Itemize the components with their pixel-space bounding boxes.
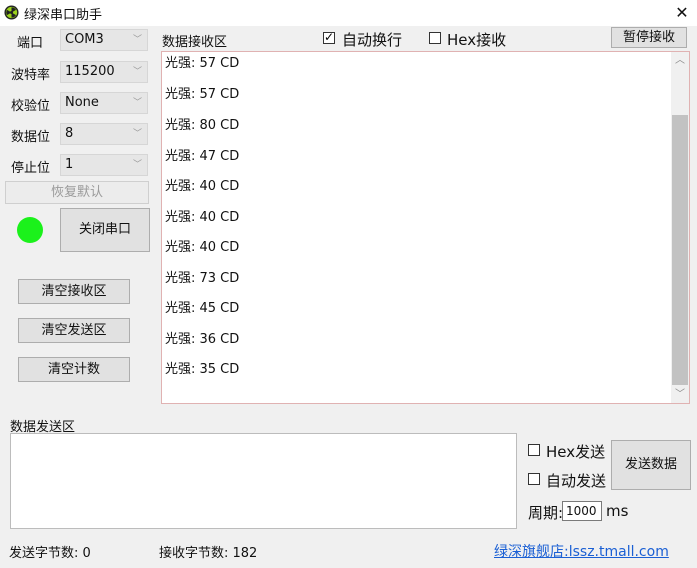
list-item: 光强: 40 CD: [165, 210, 240, 225]
period-unit: ms: [606, 502, 629, 520]
hex-receive-label: Hex接收: [447, 31, 507, 49]
chevron-down-icon: ﹀: [132, 67, 142, 77]
scroll-down-icon[interactable]: ﹀: [672, 387, 688, 403]
restore-default-button[interactable]: 恢复默认: [5, 181, 149, 204]
list-item: 光强: 40 CD: [165, 179, 240, 194]
close-icon[interactable]: ✕: [668, 0, 696, 26]
list-item: 光强: 36 CD: [165, 332, 240, 347]
auto-send-label: 自动发送: [546, 472, 607, 490]
auto-send-checkbox[interactable]: [528, 473, 540, 485]
parity-label: 校验位: [11, 99, 51, 114]
store-link[interactable]: 绿深旗舰店:lssz.tmall.com: [494, 541, 669, 561]
chevron-down-icon: ﹀: [132, 98, 142, 108]
auto-newline-label: 自动换行: [342, 31, 403, 49]
chevron-down-icon: ﹀: [132, 129, 142, 139]
chevron-down-icon: ﹀: [132, 160, 142, 170]
list-item: 光强: 45 CD: [165, 301, 240, 316]
baud-select[interactable]: 115200 ﹀: [60, 61, 148, 83]
port-status-led: [17, 217, 43, 243]
list-item: 光强: 80 CD: [165, 118, 240, 133]
parity-select[interactable]: None ﹀: [60, 92, 148, 114]
list-item: 光强: 73 CD: [165, 271, 240, 286]
clear-count-button[interactable]: 清空计数: [18, 357, 130, 382]
sent-bytes-count: 发送字节数: 0: [9, 546, 91, 561]
list-item: 光强: 40 CD: [165, 240, 240, 255]
list-item: 光强: 35 CD: [165, 362, 240, 377]
pause-receive-button[interactable]: 暂停接收: [611, 27, 687, 48]
receive-area-label: 数据接收区: [162, 35, 228, 50]
list-item: 光强: 57 CD: [165, 87, 240, 102]
port-label: 端口: [17, 36, 44, 51]
send-data-button[interactable]: 发送数据: [611, 440, 691, 490]
stop-bits-label: 停止位: [11, 161, 51, 176]
period-input[interactable]: 1000: [562, 501, 602, 521]
stop-bits-select[interactable]: 1 ﹀: [60, 154, 148, 176]
hex-send-label: Hex发送: [546, 443, 606, 461]
title-bar: [0, 0, 697, 26]
receive-text-area[interactable]: 光强: 57 CD 光强: 57 CD 光强: 80 CD 光强: 47 CD …: [161, 51, 690, 404]
chevron-down-icon: ﹀: [132, 35, 142, 45]
clear-send-button[interactable]: 清空发送区: [18, 318, 130, 343]
scroll-up-icon[interactable]: ︿: [672, 53, 688, 69]
port-value: COM3: [65, 32, 104, 47]
auto-newline-checkbox[interactable]: [323, 30, 335, 44]
hex-receive-checkbox[interactable]: [429, 32, 441, 44]
received-bytes-count: 接收字节数: 182: [159, 546, 258, 561]
send-text-area[interactable]: [10, 433, 517, 529]
data-bits-select[interactable]: 8 ﹀: [60, 123, 148, 145]
scrollbar-thumb[interactable]: [672, 115, 688, 385]
data-bits-value: 8: [65, 126, 74, 141]
close-port-button[interactable]: 关闭串口: [60, 208, 150, 252]
list-item: 光强: 47 CD: [165, 149, 240, 164]
app-logo-icon: [4, 5, 19, 20]
list-item: 光强: 57 CD: [165, 56, 240, 71]
hex-send-checkbox[interactable]: [528, 444, 540, 456]
parity-value: None: [65, 95, 99, 110]
clear-receive-button[interactable]: 清空接收区: [18, 279, 130, 304]
baud-label: 波特率: [11, 68, 51, 83]
period-label: 周期:: [528, 504, 564, 522]
baud-value: 115200: [65, 64, 115, 79]
window-title: 绿深串口助手: [24, 8, 103, 23]
port-select[interactable]: COM3 ﹀: [60, 29, 148, 51]
data-bits-label: 数据位: [11, 130, 51, 145]
stop-bits-value: 1: [65, 157, 74, 172]
